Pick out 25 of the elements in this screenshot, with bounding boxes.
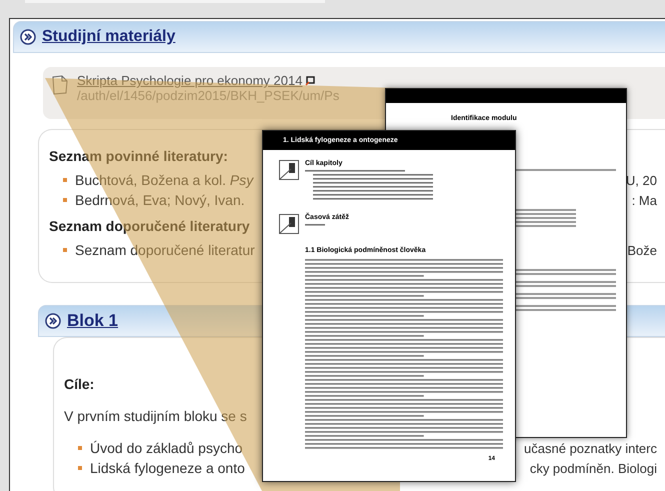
bullet-icon bbox=[78, 446, 82, 450]
intro-text: V prvním studijním bloku se s bbox=[64, 408, 247, 424]
literature-item: Bedrnová, Eva; Nový, Ivan. bbox=[75, 192, 245, 208]
chevron-icon[interactable] bbox=[20, 29, 36, 45]
goals-heading: Cíle: bbox=[64, 376, 94, 392]
literature-item: : Ma bbox=[632, 192, 657, 208]
literature-item: Bože bbox=[627, 242, 657, 258]
bullet-icon bbox=[78, 466, 82, 470]
bullet-icon bbox=[63, 248, 67, 252]
text-lines-drawing bbox=[305, 223, 325, 226]
chapter-icon bbox=[279, 214, 299, 234]
goal-item: cky podmíněn. Biologi bbox=[530, 460, 657, 476]
popup-icon[interactable] bbox=[305, 76, 316, 86]
bullet-icon bbox=[63, 178, 67, 182]
bullet-icon bbox=[63, 198, 67, 202]
document-icon bbox=[51, 75, 69, 95]
goal-item: Úvod do základů psycho bbox=[90, 440, 243, 456]
chapter-icon bbox=[279, 160, 299, 180]
block-title-link[interactable]: Blok 1 bbox=[67, 311, 118, 331]
section-title-link[interactable]: Studijní materiály bbox=[42, 28, 176, 46]
goal-item: učasné poznatky interc bbox=[524, 440, 657, 456]
list-heading: Seznam povinné literatury: bbox=[49, 148, 228, 164]
literature-item: U, 20 bbox=[626, 172, 657, 188]
chevron-icon[interactable] bbox=[45, 313, 61, 329]
goal-item: Lidská fylogeneze a onto bbox=[90, 460, 245, 476]
